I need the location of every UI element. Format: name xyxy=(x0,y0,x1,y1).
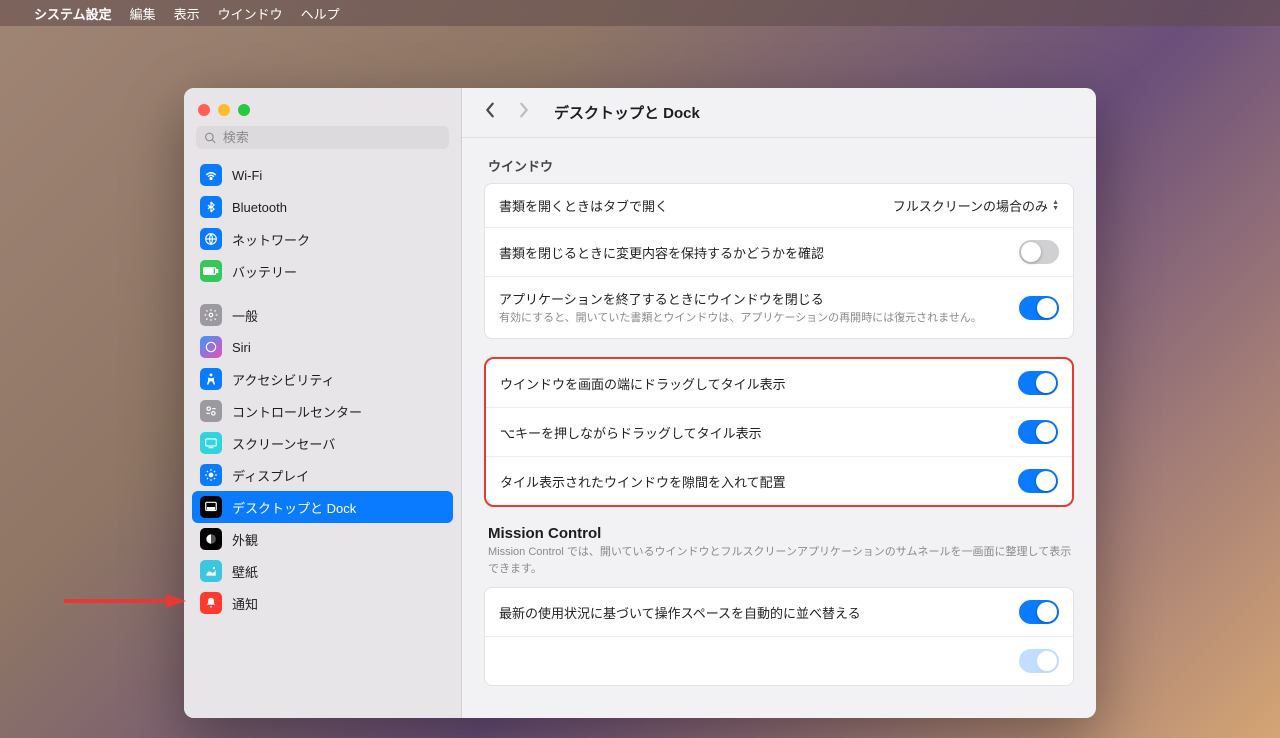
sidebar-item-label: ネットワーク xyxy=(232,230,310,249)
sidebar-item-label: Siri xyxy=(232,340,251,355)
wifi-icon xyxy=(200,164,222,186)
sidebar-item-bluetooth[interactable]: Bluetooth xyxy=(192,191,453,223)
row-close-windows-on-quit: アプリケーションを終了するときにウインドウを閉じる 有効にすると、開いていた書類… xyxy=(485,277,1073,338)
section-description-mission-control: Mission Control では、開いているウインドウとフルスクリーンアプリ… xyxy=(488,544,1074,577)
row-label: 書類を開くときはタブで開く xyxy=(499,196,877,215)
row-label: ウインドウを画面の端にドラッグしてタイル表示 xyxy=(500,374,1002,393)
settings-group-tiling: ウインドウを画面の端にドラッグしてタイル表示 ⌥キーを押しながらドラッグしてタイ… xyxy=(484,357,1074,507)
sidebar-item-accessibility[interactable]: アクセシビリティ xyxy=(192,363,453,395)
desktop-dock-icon xyxy=(200,496,222,518)
sidebar-item-battery[interactable]: バッテリー xyxy=(192,255,453,287)
search-input[interactable] xyxy=(223,130,441,145)
sidebar-item-notifications[interactable]: 通知 xyxy=(192,587,453,619)
toggle-tile-drag-edge[interactable] xyxy=(1018,371,1058,395)
sidebar-item-label: アクセシビリティ xyxy=(232,370,335,389)
sidebar-item-general[interactable]: 一般 xyxy=(192,299,453,331)
toggle-auto-rearrange-spaces[interactable] xyxy=(1019,600,1059,624)
sidebar-item-appearance[interactable]: 外観 xyxy=(192,523,453,555)
sidebar-item-label: コントロールセンター xyxy=(232,402,362,421)
page-title: デスクトップと Dock xyxy=(554,102,700,123)
notifications-icon xyxy=(200,592,222,614)
row-truncated xyxy=(485,637,1073,685)
menu-help[interactable]: ヘルプ xyxy=(301,4,340,23)
toggle-truncated[interactable] xyxy=(1019,649,1059,673)
row-tile-margins: タイル表示されたウインドウを隙間を入れて配置 xyxy=(486,457,1072,505)
row-label xyxy=(499,654,1003,669)
sidebar: Wi-Fi Bluetooth ネットワーク バッテリー 一般 Siri xyxy=(184,88,462,718)
select-value: フルスクリーンの場合のみ xyxy=(893,196,1048,215)
gear-icon xyxy=(200,304,222,326)
toggle-tile-option-drag[interactable] xyxy=(1018,420,1058,444)
row-tile-drag-edge: ウインドウを画面の端にドラッグしてタイル表示 xyxy=(486,359,1072,408)
sidebar-item-label: ディスプレイ xyxy=(232,466,309,485)
app-name[interactable]: システム設定 xyxy=(34,4,112,23)
accessibility-icon xyxy=(200,368,222,390)
chevron-updown-icon: ▲▼ xyxy=(1052,200,1059,212)
sidebar-item-label: 壁紙 xyxy=(232,562,258,581)
sidebar-item-wifi[interactable]: Wi-Fi xyxy=(192,159,453,191)
nav-forward-button[interactable] xyxy=(514,99,534,126)
section-heading-mission-control: Mission Control xyxy=(488,525,1074,542)
annotation-arrow-icon xyxy=(62,592,186,610)
wallpaper-icon xyxy=(200,560,222,582)
screensaver-icon xyxy=(200,432,222,454)
menu-window[interactable]: ウインドウ xyxy=(218,4,283,23)
battery-icon xyxy=(200,260,222,282)
close-button[interactable] xyxy=(198,104,210,116)
menu-view[interactable]: 表示 xyxy=(174,4,200,23)
sidebar-item-network[interactable]: ネットワーク xyxy=(192,223,453,255)
sidebar-item-label: デスクトップと Dock xyxy=(232,498,356,517)
row-auto-rearrange-spaces: 最新の使用状況に基づいて操作スペースを自動的に並べ替える xyxy=(485,588,1073,637)
row-label: 最新の使用状況に基づいて操作スペースを自動的に並べ替える xyxy=(499,603,1003,622)
row-label: アプリケーションを終了するときにウインドウを閉じる xyxy=(499,289,1003,308)
fullscreen-button[interactable] xyxy=(238,104,250,116)
toggle-close-windows-on-quit[interactable] xyxy=(1019,296,1059,320)
sidebar-item-display[interactable]: ディスプレイ xyxy=(192,459,453,491)
display-icon xyxy=(200,464,222,486)
menubar: システム設定 編集 表示 ウインドウ ヘルプ xyxy=(0,0,1280,26)
select-open-tabs[interactable]: フルスクリーンの場合のみ ▲▼ xyxy=(893,196,1059,215)
control-center-icon xyxy=(200,400,222,422)
sidebar-item-label: Wi-Fi xyxy=(232,168,262,183)
row-description: 有効にすると、開いていた書類とウインドウは、アプリケーションの再開時には復元され… xyxy=(499,311,1003,326)
section-label-window: ウインドウ xyxy=(488,156,1074,175)
content-pane: デスクトップと Dock ウインドウ 書類を開くときはタブで開く フルスクリーン… xyxy=(462,88,1096,718)
search-icon xyxy=(204,131,217,145)
settings-group-mission-control: 最新の使用状況に基づいて操作スペースを自動的に並べ替える xyxy=(484,587,1074,686)
minimize-button[interactable] xyxy=(218,104,230,116)
nav-back-button[interactable] xyxy=(480,99,500,126)
sidebar-item-wallpaper[interactable]: 壁紙 xyxy=(192,555,453,587)
toggle-confirm-changes[interactable] xyxy=(1019,240,1059,264)
row-open-tabs: 書類を開くときはタブで開く フルスクリーンの場合のみ ▲▼ xyxy=(485,184,1073,228)
search-field[interactable] xyxy=(196,126,449,149)
sidebar-item-label: バッテリー xyxy=(232,262,297,281)
window-controls xyxy=(184,88,461,126)
content-body[interactable]: ウインドウ 書類を開くときはタブで開く フルスクリーンの場合のみ ▲▼ 書類を閉… xyxy=(462,138,1096,718)
settings-window: Wi-Fi Bluetooth ネットワーク バッテリー 一般 Siri xyxy=(184,88,1096,718)
row-label: ⌥キーを押しながらドラッグしてタイル表示 xyxy=(500,423,1002,442)
toolbar: デスクトップと Dock xyxy=(462,88,1096,138)
sidebar-item-label: 通知 xyxy=(232,594,258,613)
network-icon xyxy=(200,228,222,250)
sidebar-item-screensaver[interactable]: スクリーンセーバ xyxy=(192,427,453,459)
sidebar-item-label: 外観 xyxy=(232,530,258,549)
sidebar-item-label: 一般 xyxy=(232,306,258,325)
toggle-tile-margins[interactable] xyxy=(1018,469,1058,493)
bluetooth-icon xyxy=(200,196,222,218)
sidebar-item-siri[interactable]: Siri xyxy=(192,331,453,363)
settings-group-window: 書類を開くときはタブで開く フルスクリーンの場合のみ ▲▼ 書類を閉じるときに変… xyxy=(484,183,1074,339)
sidebar-item-control-center[interactable]: コントロールセンター xyxy=(192,395,453,427)
row-label: 書類を閉じるときに変更内容を保持するかどうかを確認 xyxy=(499,243,1003,262)
appearance-icon xyxy=(200,528,222,550)
sidebar-list: Wi-Fi Bluetooth ネットワーク バッテリー 一般 Siri xyxy=(184,159,461,718)
row-label: タイル表示されたウインドウを隙間を入れて配置 xyxy=(500,472,1002,491)
sidebar-item-label: スクリーンセーバ xyxy=(232,434,335,453)
sidebar-item-label: Bluetooth xyxy=(232,200,287,215)
menu-edit[interactable]: 編集 xyxy=(130,4,156,23)
row-tile-option-drag: ⌥キーを押しながらドラッグしてタイル表示 xyxy=(486,408,1072,457)
siri-icon xyxy=(200,336,222,358)
row-confirm-changes: 書類を閉じるときに変更内容を保持するかどうかを確認 xyxy=(485,228,1073,277)
sidebar-item-desktop-dock[interactable]: デスクトップと Dock xyxy=(192,491,453,523)
